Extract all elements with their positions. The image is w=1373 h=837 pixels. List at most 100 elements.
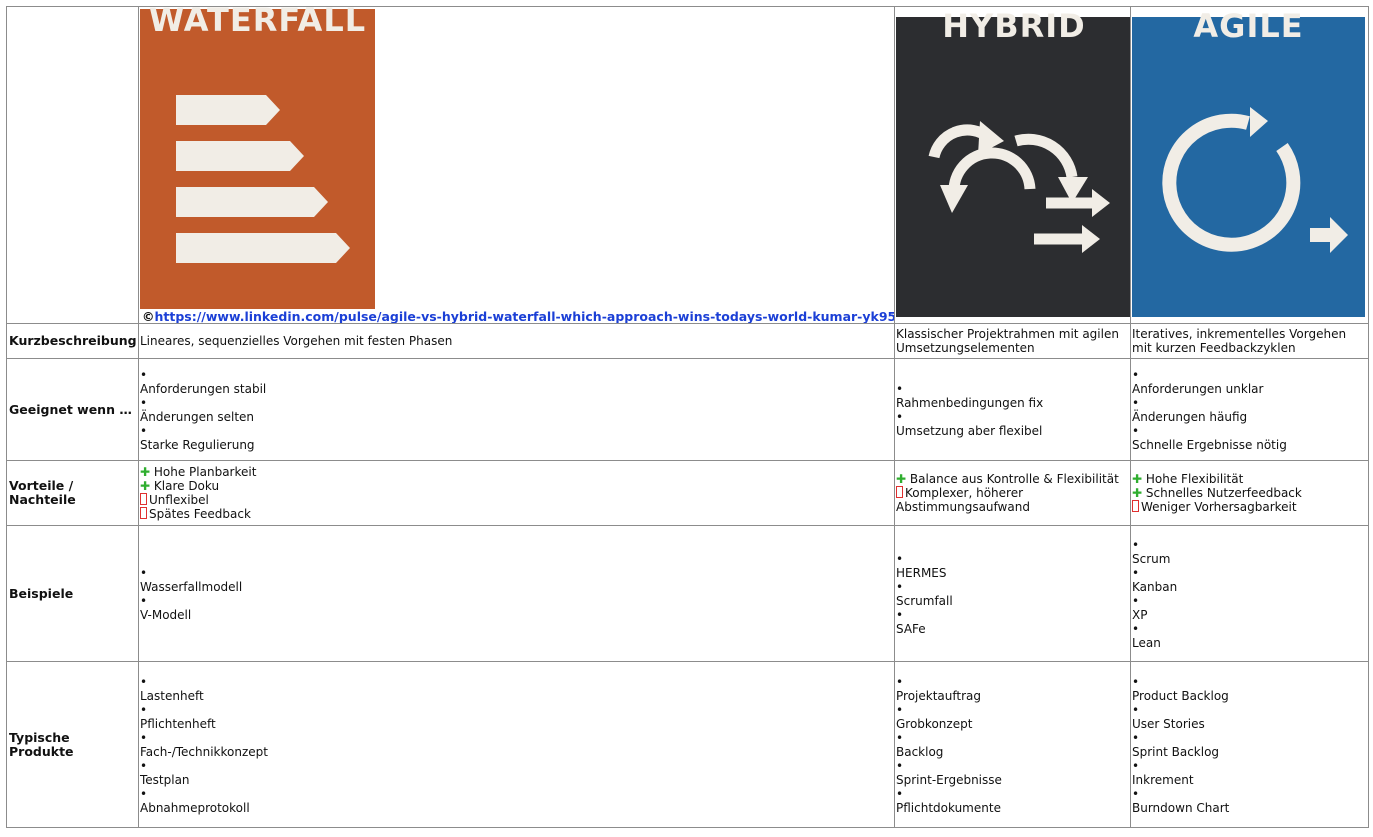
image-credit: ©https://www.linkedin.com/pulse/agile-vs… xyxy=(142,309,894,323)
bullet: • xyxy=(140,786,148,801)
agile-cell: • Scrum • Kanban • XP • Lean xyxy=(1130,525,1369,662)
hybrid-cell: Klassischer Projektrahmen mit agilen Ums… xyxy=(894,323,1131,359)
bullet: • xyxy=(1132,786,1140,801)
list-item: Projektauftrag xyxy=(896,688,981,703)
hybrid-cell: • HERMES • Scrumfall • SAFe xyxy=(894,525,1131,662)
agile-cell: • Product Backlog • User Stories • Sprint B… xyxy=(1130,661,1369,828)
agile-image: AGILE xyxy=(1132,10,1365,317)
credit-link[interactable]: https://www.linkedin.com/pulse/agile-vs-… xyxy=(155,309,894,323)
bullet: • xyxy=(140,423,148,438)
hybrid-cell: • Rahmenbedingungen fix • Umsetzung aber f… xyxy=(894,358,1131,461)
list-item: Lean xyxy=(1132,635,1161,650)
bullet: • xyxy=(1132,367,1140,382)
agile-cell: • Anforderungen unklar • Änderungen häufig… xyxy=(1130,358,1369,461)
pro-item: Balance aus Kontrolle & Flexibilität xyxy=(909,472,1119,486)
agile-cell: Iteratives, inkrementelles Vorgehen mit … xyxy=(1130,323,1369,359)
bullet: • xyxy=(140,730,148,745)
corner-cell xyxy=(6,6,139,324)
bullet: • xyxy=(140,758,148,773)
waterfall-image: WATERFALL xyxy=(140,8,375,309)
list-item: V-Modell xyxy=(140,607,192,622)
pro-item: Hohe Flexibilität xyxy=(1145,472,1244,486)
pro-item: Klare Doku xyxy=(153,479,220,493)
waterfall-cell: ✚ Hohe Planbarkeit ✚ Klare Doku Unflexib… xyxy=(138,460,895,526)
con-item: Komplexer, höherer Abstimmungsaufwand xyxy=(896,486,1030,514)
list-item: Starke Regulierung xyxy=(140,437,255,452)
row-label: Vorteile / Nachteile xyxy=(6,460,139,526)
row-label: Kurzbeschreibung xyxy=(6,323,139,359)
list-item: Backlog xyxy=(896,744,944,759)
con-item: Weniger Vorhersagbarkeit xyxy=(1141,500,1297,514)
agile-cycle-icon xyxy=(1162,107,1348,253)
list-item: Kanban xyxy=(1132,579,1178,594)
bullet: • xyxy=(896,409,904,424)
list-item: HERMES xyxy=(896,565,947,580)
list-item: Grobkonzept xyxy=(896,716,973,731)
plus-icon: ✚ xyxy=(1132,486,1143,500)
bullet: • xyxy=(1132,395,1140,410)
minus-icon xyxy=(1132,500,1139,512)
bullet: • xyxy=(896,786,904,801)
row-label: Typische Produkte xyxy=(6,661,139,828)
minus-icon xyxy=(896,486,903,498)
list-item: Änderungen häufig xyxy=(1132,409,1248,424)
list-item: Abnahmeprotokoll xyxy=(140,800,250,815)
bullet: • xyxy=(896,381,904,396)
list-item: Anforderungen unklar xyxy=(1132,381,1264,396)
con-item: Unflexibel xyxy=(149,493,209,507)
waterfall-cell: • Lastenheft • Pflichtenheft • Fach-/Techni… xyxy=(138,661,895,828)
list-item: Fach-/Technikkonzept xyxy=(140,744,268,759)
list-item: Testplan xyxy=(140,772,190,787)
list-item: XP xyxy=(1132,607,1148,622)
bullet: • xyxy=(1132,674,1140,689)
list-item: Sprint Backlog xyxy=(1132,744,1220,759)
list-item: Rahmenbedingungen fix xyxy=(896,395,1044,410)
list-item: Product Backlog xyxy=(1132,688,1229,703)
bullet: • xyxy=(896,758,904,773)
bullet: • xyxy=(140,593,148,608)
row-vorteile: Vorteile / Nachteile ✚ Hohe Planbarkeit … xyxy=(6,460,1369,526)
list-item: Umsetzung aber flexibel xyxy=(896,423,1043,438)
minus-icon xyxy=(140,507,147,519)
list-item: Sprint-Ergebnisse xyxy=(896,772,1002,787)
list-item: Burndown Chart xyxy=(1132,800,1230,815)
image-row: WATERFALL ©https://www.linkedin.com/puls… xyxy=(6,6,1369,324)
row-beispiele: Beispiele • Wasserfallmodell • V-Modell • H… xyxy=(6,525,1369,662)
bullet: • xyxy=(896,702,904,717)
comparison-table: WATERFALL ©https://www.linkedin.com/puls… xyxy=(6,6,1369,828)
list-item: Inkrement xyxy=(1132,772,1194,787)
bullet: • xyxy=(1132,730,1140,745)
bullet: • xyxy=(896,674,904,689)
list-item: Änderungen selten xyxy=(140,409,255,424)
row-label: Beispiele xyxy=(6,525,139,662)
bullet: • xyxy=(140,395,148,410)
plus-icon: ✚ xyxy=(140,479,151,493)
list-item: Pflichtdokumente xyxy=(896,800,1001,815)
bullet: • xyxy=(1132,423,1140,438)
bullet: • xyxy=(140,367,148,382)
waterfall-cell: Lineares, sequenzielles Vorgehen mit fes… xyxy=(138,323,895,359)
plus-icon: ✚ xyxy=(1132,472,1143,486)
bullet: • xyxy=(1132,565,1140,580)
list-item: Scrumfall xyxy=(896,593,953,608)
con-item: Spätes Feedback xyxy=(149,507,251,521)
pro-item: Hohe Planbarkeit xyxy=(153,465,257,479)
list-item: Pflichtenheft xyxy=(140,716,216,731)
row-label: Geeignet wenn … xyxy=(6,358,139,461)
bullet: • xyxy=(896,607,904,622)
row-produkte: Typische Produkte • Lastenheft • Pflichten… xyxy=(6,661,1369,828)
waterfall-steps-icon xyxy=(176,95,350,263)
bullet: • xyxy=(1132,621,1140,636)
row-geeignet: Geeignet wenn … • Anforderungen stabil • Ä… xyxy=(6,358,1369,461)
plus-icon: ✚ xyxy=(896,472,907,486)
bullet: • xyxy=(1132,758,1140,773)
list-item: Wasserfallmodell xyxy=(140,579,243,594)
bullet: • xyxy=(1132,593,1140,608)
bullet: • xyxy=(140,565,148,580)
bullet: • xyxy=(896,730,904,745)
list-item: Schnelle Ergebnisse nötig xyxy=(1132,437,1287,452)
bullet: • xyxy=(140,702,148,717)
hybrid-cell: • Projektauftrag • Grobkonzept • Backlog • S… xyxy=(894,661,1131,828)
list-item: SAFe xyxy=(896,621,926,636)
row-kurzbeschreibung: Kurzbeschreibung Lineares, sequenzielles… xyxy=(6,323,1369,359)
